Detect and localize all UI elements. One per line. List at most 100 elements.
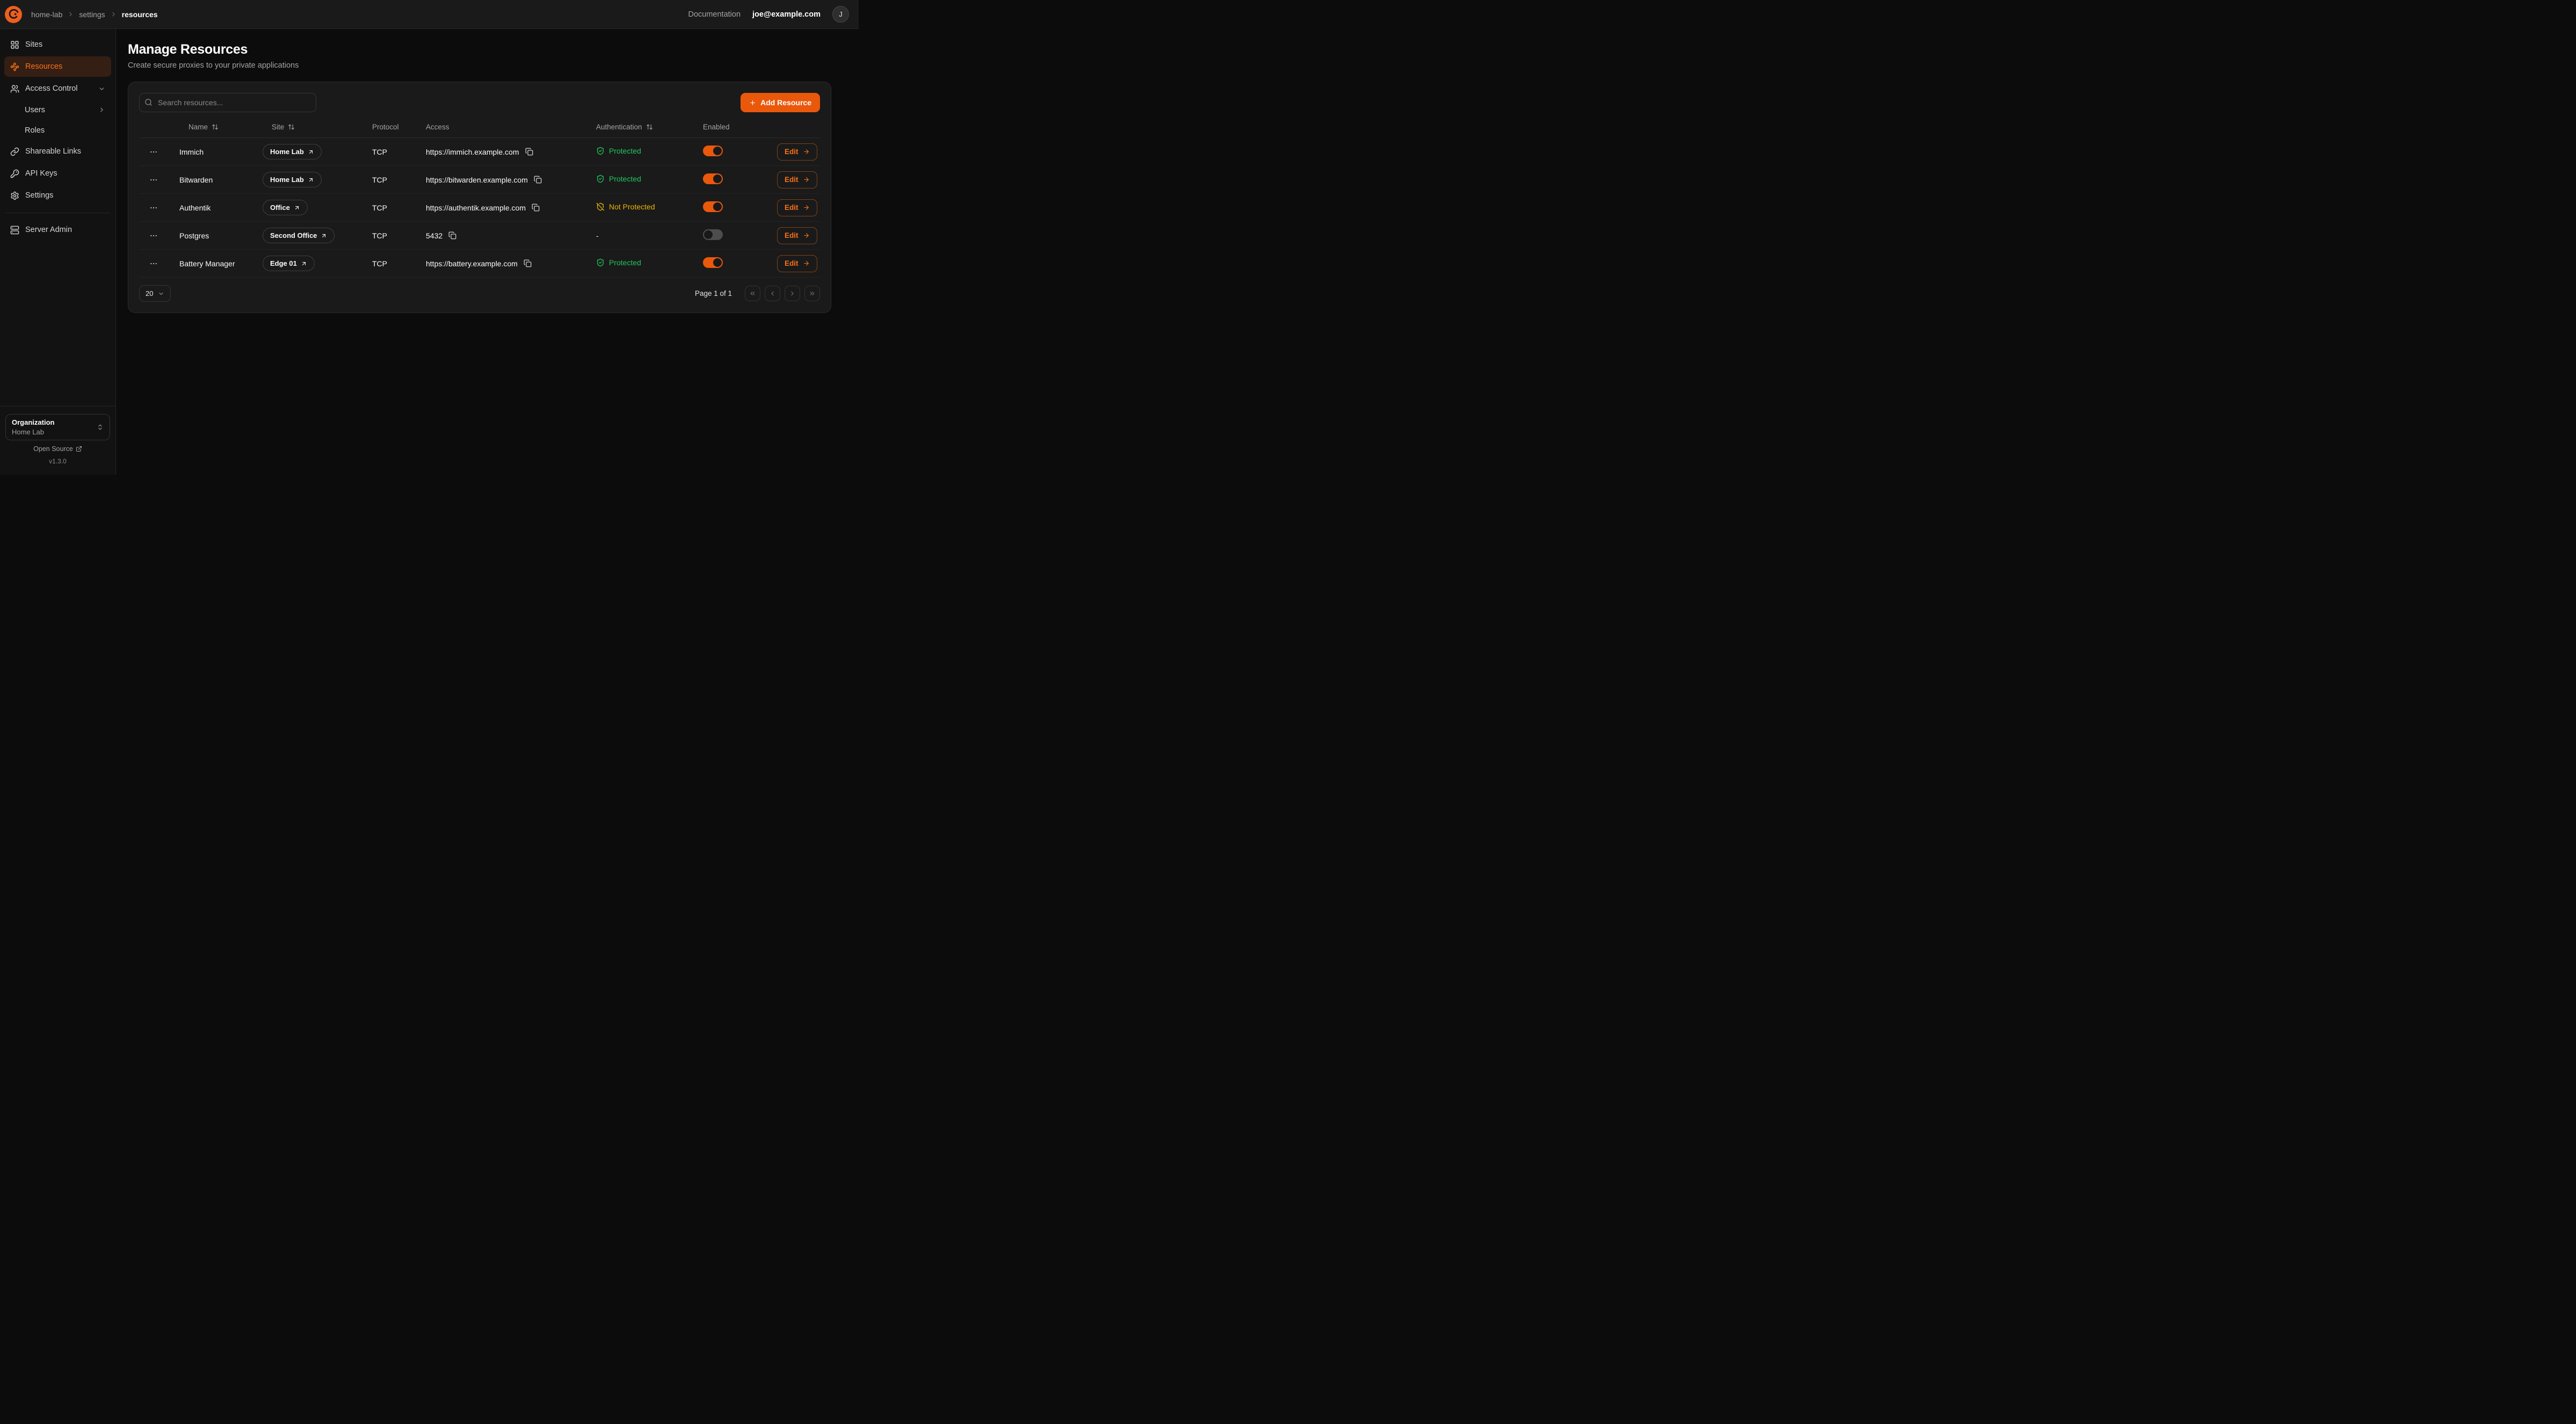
resource-protocol: TCP bbox=[364, 148, 417, 156]
resource-name: Immich bbox=[171, 148, 254, 156]
arrow-right-icon bbox=[803, 204, 810, 211]
row-menu-button[interactable] bbox=[148, 258, 159, 270]
site-link-button[interactable]: Second Office bbox=[263, 228, 335, 243]
pagination-last-button[interactable] bbox=[804, 286, 820, 301]
resource-access: https://authentik.example.com bbox=[426, 204, 526, 212]
header-name[interactable]: Name bbox=[171, 123, 254, 131]
toggle-knob bbox=[704, 230, 713, 239]
header-access: Access bbox=[417, 123, 587, 131]
resource-protocol: TCP bbox=[364, 231, 417, 240]
breadcrumb-settings[interactable]: settings bbox=[79, 10, 105, 19]
toggle-knob bbox=[713, 202, 722, 211]
chevron-right-icon bbox=[98, 106, 105, 113]
row-menu-button[interactable] bbox=[148, 146, 159, 158]
pagination-next-button[interactable] bbox=[785, 286, 800, 301]
copy-button[interactable] bbox=[531, 202, 541, 213]
open-source-label: Open Source bbox=[33, 445, 73, 453]
edit-button[interactable]: Edit bbox=[777, 171, 817, 188]
table-row: Immich Home Lab TCP https://immich.examp… bbox=[139, 138, 820, 166]
sidebar-item-resources[interactable]: Resources bbox=[4, 56, 111, 77]
version-label: v1.3.0 bbox=[5, 457, 110, 467]
site-link-button[interactable]: Home Lab bbox=[263, 172, 322, 187]
chevrons-up-down-icon bbox=[97, 424, 104, 431]
pagination-first-button[interactable] bbox=[745, 286, 760, 301]
chevron-right-icon bbox=[789, 290, 796, 297]
shield-check-icon bbox=[596, 147, 605, 155]
sidebar-item-shareable-links[interactable]: Shareable Links bbox=[4, 141, 111, 162]
arrow-right-icon bbox=[803, 260, 810, 267]
resource-access: 5432 bbox=[426, 231, 442, 240]
copy-button[interactable] bbox=[524, 147, 534, 157]
row-menu-button[interactable] bbox=[148, 202, 159, 214]
auth-status: Not Protected bbox=[596, 202, 655, 211]
toggle-knob bbox=[713, 147, 722, 155]
copy-icon bbox=[534, 176, 542, 184]
gear-icon bbox=[10, 191, 19, 200]
sidebar-item-sites[interactable]: Sites bbox=[4, 34, 111, 55]
add-resource-button[interactable]: Add Resource bbox=[741, 93, 820, 112]
chevron-down-icon bbox=[158, 290, 164, 297]
sidebar-item-server-admin[interactable]: Server Admin bbox=[4, 220, 111, 240]
sort-icon[interactable] bbox=[288, 123, 295, 130]
sidebar-item-api-keys[interactable]: API Keys bbox=[4, 163, 111, 184]
app-logo-icon[interactable] bbox=[4, 5, 23, 24]
toggle-knob bbox=[713, 258, 722, 267]
edit-button[interactable]: Edit bbox=[777, 143, 817, 161]
organization-value: Home Lab bbox=[12, 428, 54, 436]
copy-button[interactable] bbox=[523, 258, 533, 268]
documentation-link[interactable]: Documentation bbox=[688, 10, 741, 19]
edit-button[interactable]: Edit bbox=[777, 227, 817, 244]
chevron-right-icon bbox=[110, 11, 117, 18]
site-link-button[interactable]: Home Lab bbox=[263, 144, 322, 159]
edit-button[interactable]: Edit bbox=[777, 199, 817, 216]
sidebar-item-label: Sites bbox=[25, 40, 42, 49]
user-email[interactable]: joe@example.com bbox=[752, 10, 821, 19]
sidebar-item-settings[interactable]: Settings bbox=[4, 185, 111, 206]
arrow-right-icon bbox=[803, 232, 810, 239]
avatar[interactable]: J bbox=[832, 6, 849, 23]
copy-button[interactable] bbox=[533, 175, 543, 185]
sort-icon[interactable] bbox=[212, 123, 219, 130]
search-box bbox=[139, 93, 316, 112]
row-menu-button[interactable] bbox=[148, 230, 159, 242]
header-site[interactable]: Site bbox=[254, 123, 364, 131]
sort-icon[interactable] bbox=[646, 123, 653, 130]
resources-card: Add Resource Name Site Protocol bbox=[128, 82, 831, 313]
resources-table: Name Site Protocol Access Authenticati bbox=[139, 117, 820, 278]
search-input[interactable] bbox=[139, 93, 316, 112]
row-menu-button[interactable] bbox=[148, 174, 159, 186]
sidebar-item-users[interactable]: Users bbox=[4, 100, 111, 119]
chevrons-right-icon bbox=[809, 290, 816, 297]
arrow-up-right-icon bbox=[308, 177, 314, 183]
sidebar-footer: Organization Home Lab Open Source v1.3.0 bbox=[0, 406, 115, 470]
sidebar-item-roles[interactable]: Roles bbox=[4, 121, 111, 140]
breadcrumb-org[interactable]: home-lab bbox=[31, 10, 62, 19]
enabled-toggle[interactable] bbox=[703, 201, 723, 212]
pagination-prev-button[interactable] bbox=[765, 286, 780, 301]
enabled-toggle[interactable] bbox=[703, 173, 723, 184]
enabled-toggle[interactable] bbox=[703, 229, 723, 240]
table-row: Authentik Office TCP https://authentik.e… bbox=[139, 194, 820, 222]
header-authentication[interactable]: Authentication bbox=[587, 123, 694, 131]
copy-icon bbox=[525, 148, 533, 156]
copy-icon bbox=[448, 231, 456, 239]
resource-name: Authentik bbox=[171, 204, 254, 212]
arrow-up-right-icon bbox=[321, 233, 327, 239]
enabled-toggle[interactable] bbox=[703, 146, 723, 156]
copy-button[interactable] bbox=[447, 230, 458, 241]
waypoints-icon bbox=[10, 62, 19, 71]
breadcrumb: home-lab settings resources bbox=[31, 10, 158, 19]
sidebar-item-label: Server Admin bbox=[25, 226, 72, 234]
site-link-button[interactable]: Edge 01 bbox=[263, 256, 315, 271]
site-link-button[interactable]: Office bbox=[263, 200, 308, 215]
sidebar-item-label: API Keys bbox=[25, 169, 57, 178]
sidebar-item-access-control[interactable]: Access Control bbox=[4, 78, 111, 99]
ellipsis-icon bbox=[149, 204, 158, 212]
toggle-knob bbox=[713, 175, 722, 183]
enabled-toggle[interactable] bbox=[703, 257, 723, 268]
open-source-link[interactable]: Open Source bbox=[5, 445, 110, 453]
edit-button[interactable]: Edit bbox=[777, 255, 817, 272]
page-size-select[interactable]: 20 bbox=[139, 285, 171, 302]
organization-selector[interactable]: Organization Home Lab bbox=[5, 414, 110, 440]
sidebar-item-label: Shareable Links bbox=[25, 147, 81, 156]
